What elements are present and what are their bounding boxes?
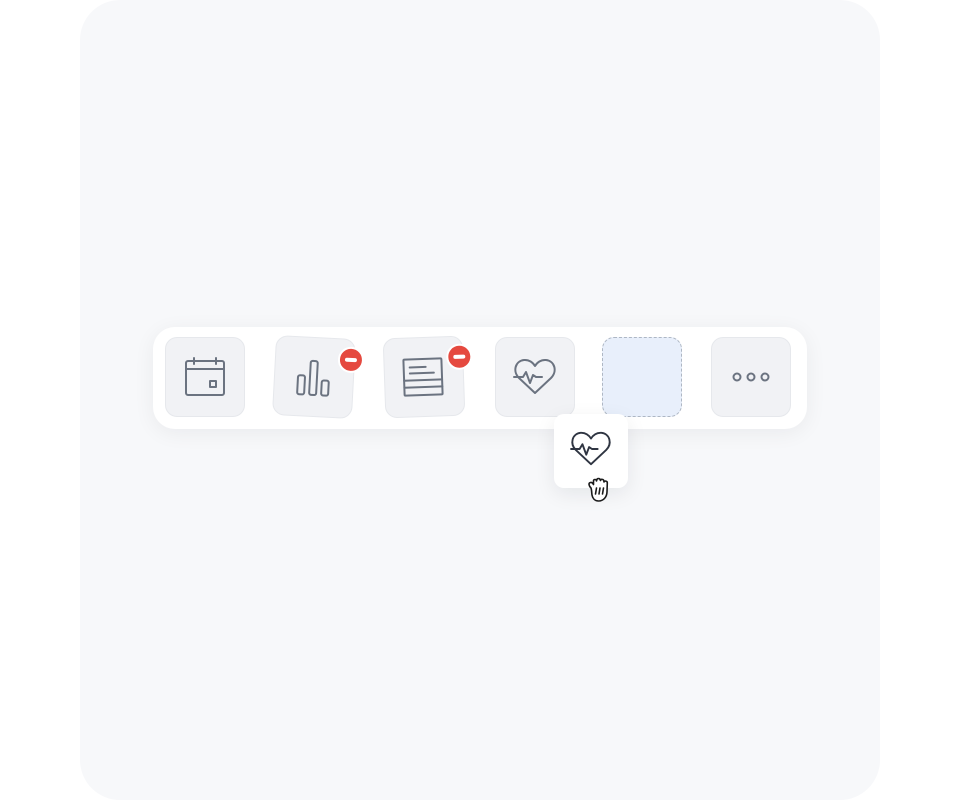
calendar-icon: [184, 356, 226, 398]
dock-tile-more[interactable]: [711, 337, 791, 417]
more-icon: [730, 370, 772, 384]
minus-icon: [344, 357, 358, 362]
dock-tile-document[interactable]: [382, 335, 473, 419]
dock-tile-health[interactable]: [495, 337, 575, 417]
dock-tile-calendar[interactable]: [165, 337, 245, 417]
widget-dock: [153, 327, 807, 429]
remove-badge-document[interactable]: [445, 343, 473, 371]
bar-chart-icon: [293, 355, 335, 399]
heart-pulse-icon: [570, 430, 612, 473]
remove-badge-chart[interactable]: [337, 346, 365, 374]
home-screen: [80, 0, 880, 800]
heart-pulse-icon: [513, 357, 557, 397]
drop-target-slot[interactable]: [602, 337, 682, 417]
document-icon: [401, 355, 446, 399]
dock-tile-chart[interactable]: [271, 334, 365, 420]
minus-icon: [453, 354, 466, 359]
grab-cursor-icon: [585, 474, 615, 506]
